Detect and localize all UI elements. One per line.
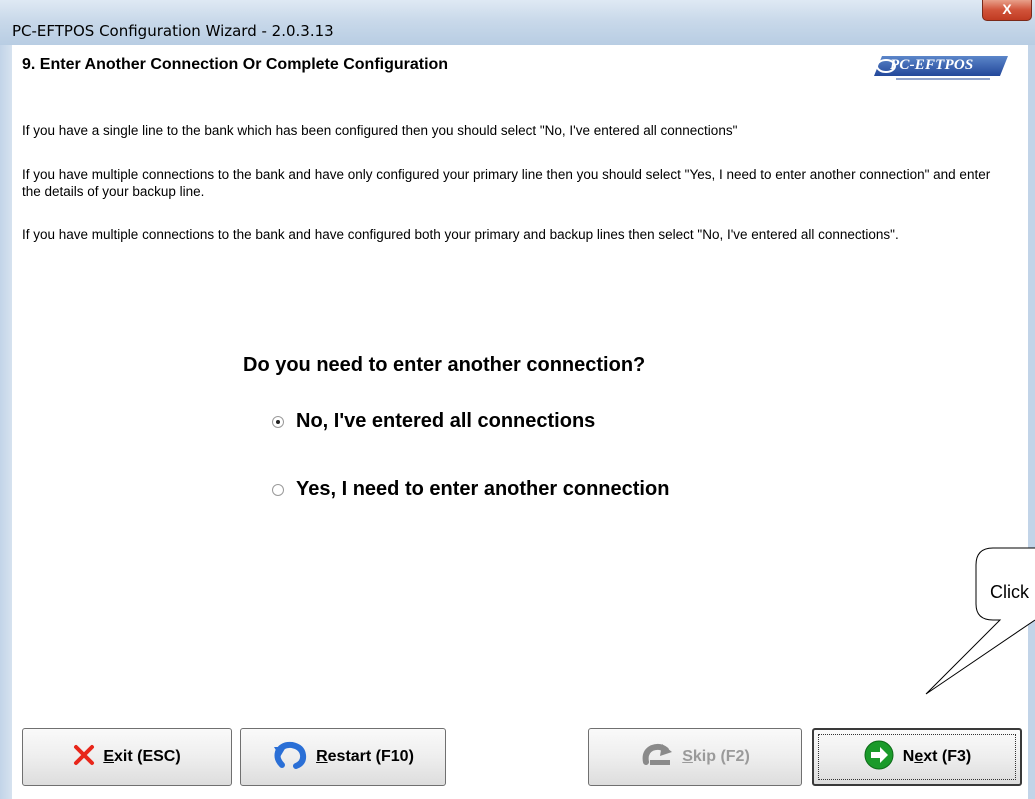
next-button-label: Next (F3) bbox=[902, 748, 972, 765]
exit-button[interactable]: Exit (ESC) bbox=[22, 728, 232, 786]
skip-button-label: Skip (F2) bbox=[682, 748, 750, 765]
restart-button[interactable]: Restart (F10) bbox=[240, 728, 446, 786]
restart-button-label: Restart (F10) bbox=[316, 748, 414, 765]
exit-button-label: Exit (ESC) bbox=[103, 748, 181, 765]
skip-button[interactable]: Skip (F2) bbox=[588, 728, 802, 786]
skip-arrow-icon bbox=[640, 742, 674, 773]
callout-text: Click bbox=[990, 582, 1029, 602]
x-icon bbox=[73, 744, 95, 771]
restart-arrow-icon bbox=[272, 741, 308, 774]
callout-bubble bbox=[925, 547, 1035, 695]
next-button[interactable]: Next (F3) bbox=[812, 728, 1022, 786]
next-arrow-icon bbox=[863, 739, 895, 776]
